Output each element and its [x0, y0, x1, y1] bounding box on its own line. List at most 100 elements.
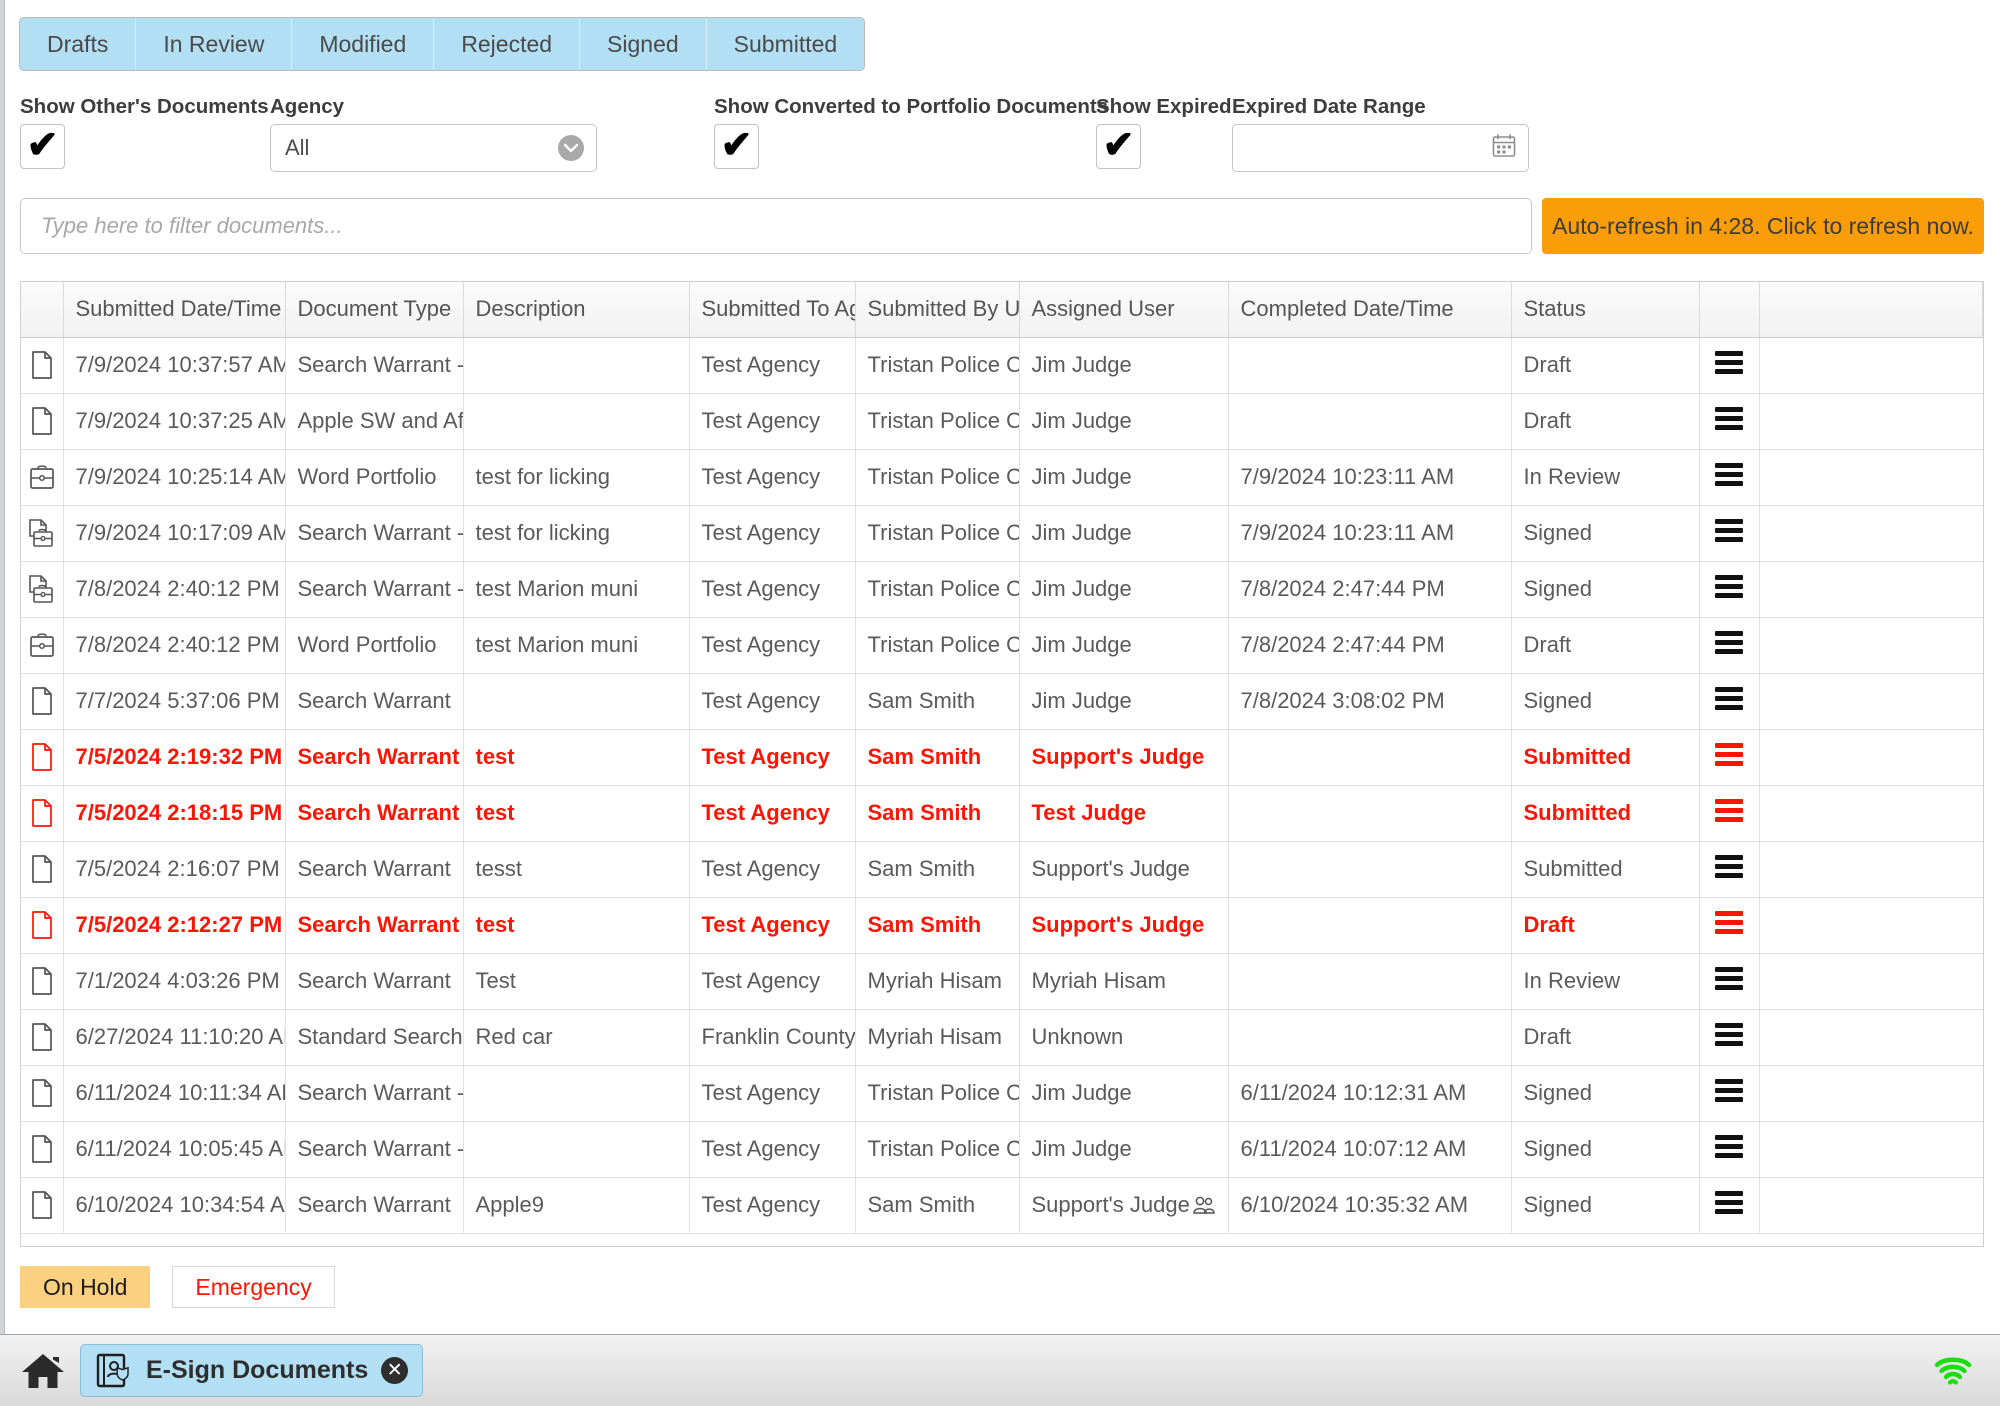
- cell-actions[interactable]: [1699, 1177, 1760, 1234]
- column-header-submitted-by-user[interactable]: Submitted By U...: [855, 282, 1020, 338]
- cell-actions[interactable]: [1699, 841, 1760, 898]
- cell-submitted-date: 6/11/2024 10:11:34 AM: [63, 1065, 286, 1122]
- cell-actions[interactable]: [1699, 729, 1760, 786]
- cell-filler: [1759, 617, 1983, 674]
- hamburger-menu-icon[interactable]: [1715, 1019, 1743, 1050]
- table-row[interactable]: 7/9/2024 10:25:14 AM Word Portfolio test f…: [21, 449, 1983, 506]
- document-filter-input[interactable]: [20, 198, 1532, 254]
- hamburger-menu-icon[interactable]: [1715, 739, 1743, 770]
- table-row[interactable]: 6/27/2024 11:10:20 AMStandard Search War…: [21, 1009, 1983, 1066]
- hamburger-menu-icon[interactable]: [1715, 795, 1743, 826]
- portfolio-icon: [21, 449, 64, 506]
- table-row[interactable]: 7/1/2024 4:03:26 PM Search Warrant Test Tes…: [21, 953, 1983, 1010]
- cell-actions[interactable]: [1699, 1009, 1760, 1066]
- tab-in-review[interactable]: In Review: [136, 18, 293, 70]
- hamburger-menu-icon[interactable]: [1715, 627, 1743, 658]
- cell-actions[interactable]: [1699, 953, 1760, 1010]
- cell-status: Draft: [1511, 1009, 1700, 1066]
- cell-submitted-by-user: Tristan Police Office: [855, 1065, 1020, 1122]
- cell-description: [463, 1065, 690, 1122]
- cell-filler: [1759, 449, 1983, 506]
- tab-drafts[interactable]: Drafts: [20, 18, 137, 70]
- show-converted-checkbox[interactable]: ✔: [714, 124, 759, 169]
- column-header-status[interactable]: Status: [1511, 282, 1700, 338]
- cell-description: test: [463, 729, 690, 786]
- table-row[interactable]: 7/5/2024 2:19:32 PM Search Warrant test Tes…: [21, 729, 1983, 786]
- table-row[interactable]: 6/11/2024 10:05:45 AMSearch Warrant - Wo…: [21, 1121, 1983, 1178]
- cell-actions[interactable]: [1699, 897, 1760, 954]
- cell-submitted-date: 6/11/2024 10:05:45 AM: [63, 1121, 286, 1178]
- assigned-user-label: Support's Judge: [1031, 912, 1205, 937]
- cell-actions[interactable]: [1699, 785, 1760, 842]
- cell-actions[interactable]: [1699, 449, 1760, 506]
- checkmark-icon: ✔: [720, 123, 753, 166]
- hamburger-menu-icon[interactable]: [1715, 1187, 1743, 1218]
- cell-status: Signed: [1511, 561, 1700, 618]
- column-header-completed-date[interactable]: Completed Date/Time: [1228, 282, 1512, 338]
- cell-assigned-user: Jim Judge: [1019, 393, 1229, 450]
- cell-actions[interactable]: [1699, 505, 1760, 562]
- taskbar: E-Sign Documents ✕: [0, 1334, 2000, 1406]
- cell-submitted-by-user: Sam Smith: [855, 841, 1020, 898]
- home-icon[interactable]: [14, 1342, 72, 1400]
- cell-actions[interactable]: [1699, 673, 1760, 730]
- column-header-description[interactable]: Description: [463, 282, 690, 338]
- table-row[interactable]: 7/5/2024 2:18:15 PM Search Warrant test Tes…: [21, 785, 1983, 842]
- table-row[interactable]: 7/9/2024 10:17:09 AMSearch Warrant - Wor…: [21, 505, 1983, 562]
- cell-actions[interactable]: [1699, 337, 1760, 394]
- cell-actions[interactable]: [1699, 617, 1760, 674]
- column-header-submitted-to-agency[interactable]: Submitted To Ag...: [689, 282, 856, 338]
- expired-date-range-input[interactable]: [1232, 124, 1529, 172]
- chevron-down-icon: [558, 135, 584, 161]
- tab-signed[interactable]: Signed: [580, 18, 707, 70]
- cell-status: In Review: [1511, 953, 1700, 1010]
- cell-submitted-to-agency: Test Agency: [689, 1065, 856, 1122]
- show-expired-checkbox[interactable]: ✔: [1096, 124, 1141, 169]
- hamburger-menu-icon[interactable]: [1715, 683, 1743, 714]
- hamburger-menu-icon[interactable]: [1715, 403, 1743, 434]
- hamburger-menu-icon[interactable]: [1715, 571, 1743, 602]
- hamburger-menu-icon[interactable]: [1715, 459, 1743, 490]
- show-others-checkbox[interactable]: ✔: [20, 124, 65, 169]
- document-icon: [21, 1121, 64, 1178]
- auto-refresh-button[interactable]: Auto-refresh in 4:28. Click to refresh n…: [1542, 198, 1984, 254]
- table-row[interactable]: 7/8/2024 2:40:12 PM Word Portfolio test Ma…: [21, 617, 1983, 674]
- hamburger-menu-icon[interactable]: [1715, 1131, 1743, 1162]
- table-row[interactable]: 7/8/2024 2:40:12 PMSearch Warrant - Wort…: [21, 561, 1983, 618]
- table-row[interactable]: 6/11/2024 10:11:34 AMSearch Warrant - Wo…: [21, 1065, 1983, 1122]
- cell-submitted-to-agency: Test Agency: [689, 561, 856, 618]
- cell-filler: [1759, 337, 1983, 394]
- column-header-document-type[interactable]: Document Type: [285, 282, 464, 338]
- wifi-icon[interactable]: [1932, 1354, 1974, 1388]
- hamburger-menu-icon[interactable]: [1715, 963, 1743, 994]
- table-row[interactable]: 7/5/2024 2:12:27 PM Search Warrant test Tes…: [21, 897, 1983, 954]
- hamburger-menu-icon[interactable]: [1715, 907, 1743, 938]
- close-icon[interactable]: ✕: [381, 1357, 409, 1384]
- column-header-assigned-user[interactable]: Assigned User: [1019, 282, 1229, 338]
- hamburger-menu-icon[interactable]: [1715, 851, 1743, 882]
- tab-submitted[interactable]: Submitted: [706, 18, 865, 70]
- cell-document-type: Search Warrant: [285, 673, 464, 730]
- cell-status: Submitted: [1511, 785, 1700, 842]
- cell-actions[interactable]: [1699, 1065, 1760, 1122]
- tab-modified[interactable]: Modified: [292, 18, 435, 70]
- table-row[interactable]: 7/7/2024 5:37:06 PM Search Warrant Test Ag…: [21, 673, 1983, 730]
- hamburger-menu-icon[interactable]: [1715, 1075, 1743, 1106]
- table-row[interactable]: 7/5/2024 2:16:07 PM Search Warrant tesst Te…: [21, 841, 1983, 898]
- cell-actions[interactable]: [1699, 1121, 1760, 1178]
- table-row[interactable]: 7/9/2024 10:37:25 AMApple SW and Affidav…: [21, 393, 1983, 450]
- taskbar-item-esign-documents[interactable]: E-Sign Documents ✕: [80, 1344, 424, 1397]
- hamburger-menu-icon[interactable]: [1715, 515, 1743, 546]
- taskbar-status-area: [1932, 1354, 1986, 1388]
- cell-actions[interactable]: [1699, 561, 1760, 618]
- agency-select[interactable]: All: [270, 124, 597, 172]
- table-row[interactable]: 7/9/2024 10:37:57 AMSearch Warrant - Wor…: [21, 337, 1983, 394]
- tab-rejected[interactable]: Rejected: [434, 18, 581, 70]
- cell-submitted-by-user: Sam Smith: [855, 785, 1020, 842]
- column-header-submitted-date[interactable]: Submitted Date/Time: [63, 282, 286, 338]
- cell-submitted-date: 7/8/2024 2:40:12 PM: [63, 617, 286, 674]
- table-row[interactable]: 6/10/2024 10:34:54 AM Search Warrant Apple…: [21, 1177, 1983, 1234]
- hamburger-menu-icon[interactable]: [1715, 347, 1743, 378]
- cell-filler: [1759, 673, 1983, 730]
- cell-actions[interactable]: [1699, 393, 1760, 450]
